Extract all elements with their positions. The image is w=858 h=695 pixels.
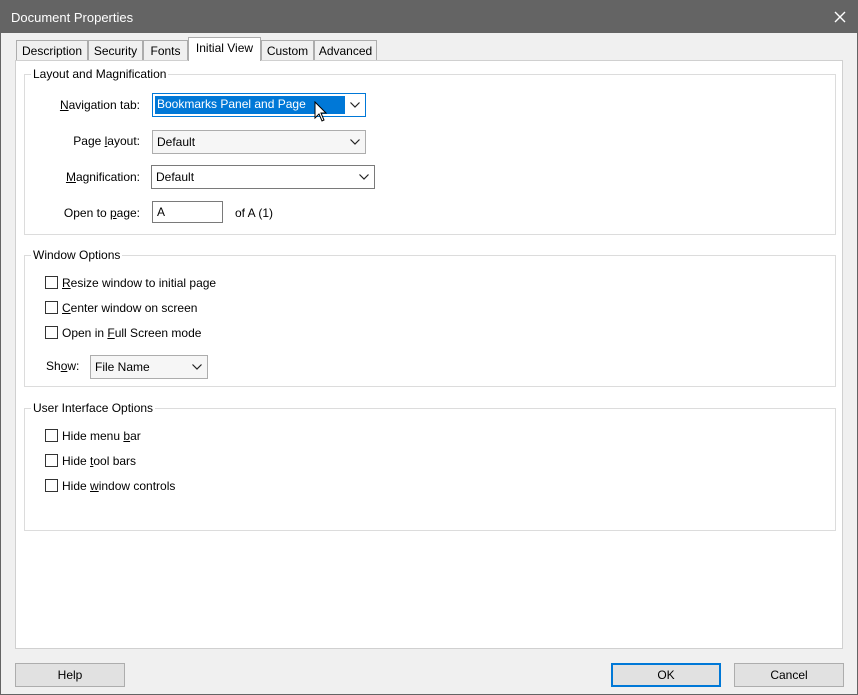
tab-initial-view[interactable]: Initial View	[188, 37, 261, 61]
navigation-tab-label: Navigation tab:	[59, 98, 140, 112]
tab-advanced[interactable]: Advanced	[314, 40, 377, 60]
open-to-page-label: Open to page:	[63, 206, 140, 220]
checkbox-box[interactable]	[45, 454, 58, 467]
window-title: Document Properties	[11, 10, 134, 25]
tab-custom[interactable]: Custom	[261, 40, 314, 60]
title-bar: Document Properties	[1, 1, 857, 33]
page-layout-label: Page layout:	[73, 134, 140, 148]
magnification-label: Magnification:	[65, 170, 140, 184]
tab-description[interactable]: Description	[16, 40, 88, 60]
checkbox-label: Center window on screen	[62, 301, 198, 315]
tab-panel: Layout and Magnification Navigation tab:…	[15, 60, 843, 649]
navigation-tab-value: Bookmarks Panel and Page	[157, 97, 306, 111]
checkbox-box[interactable]	[45, 301, 58, 314]
page-count-text: of A (1)	[235, 206, 274, 220]
tab-security[interactable]: Security	[88, 40, 143, 60]
tab-strip: Description Security Fonts Initial View …	[1, 37, 857, 61]
cancel-button[interactable]: Cancel	[734, 663, 844, 687]
show-select[interactable]: File Name	[90, 355, 208, 379]
page-layout-value: Default	[157, 135, 196, 149]
layout-magnification-group: Layout and Magnification Navigation tab:…	[24, 67, 836, 235]
close-button[interactable]	[823, 1, 857, 33]
checkbox-label: Hide menu bar	[62, 429, 141, 443]
mouse-cursor-icon	[314, 101, 328, 122]
chevron-down-icon	[349, 135, 361, 149]
help-button[interactable]: Help	[15, 663, 125, 687]
group-title: User Interface Options	[31, 401, 156, 415]
group-title: Layout and Magnification	[31, 67, 169, 81]
open-to-page-value: A	[157, 205, 166, 219]
chevron-down-icon	[191, 360, 203, 374]
tab-fonts[interactable]: Fonts	[143, 40, 188, 60]
checkbox-label: Resize window to initial page	[62, 276, 217, 290]
checkbox-label: Hide tool bars	[62, 454, 137, 468]
show-value: File Name	[95, 360, 150, 374]
user-interface-options-group: User Interface Options Hide menu bar Hid…	[24, 401, 836, 531]
page-layout-select[interactable]: Default	[152, 130, 366, 154]
checkbox-box[interactable]	[45, 276, 58, 289]
show-label: Show:	[46, 359, 80, 373]
navigation-tab-select[interactable]: Bookmarks Panel and Page	[152, 93, 366, 117]
window-options-group: Window Options Resize window to initial …	[24, 248, 836, 387]
ok-button[interactable]: OK	[611, 663, 721, 687]
magnification-select[interactable]: Default	[151, 165, 375, 189]
checkbox-box[interactable]	[45, 326, 58, 339]
checkbox-box[interactable]	[45, 429, 58, 442]
checkbox-label: Open in Full Screen mode	[62, 326, 202, 340]
dialog-window: Document Properties Description Security…	[0, 0, 858, 695]
chevron-down-icon	[349, 98, 361, 112]
open-to-page-input[interactable]: A	[152, 201, 223, 223]
close-icon	[834, 11, 846, 23]
checkbox-box[interactable]	[45, 479, 58, 492]
chevron-down-icon	[358, 170, 370, 184]
group-title: Window Options	[31, 248, 123, 262]
magnification-value: Default	[156, 170, 195, 184]
checkbox-label: Hide window controls	[62, 479, 176, 493]
